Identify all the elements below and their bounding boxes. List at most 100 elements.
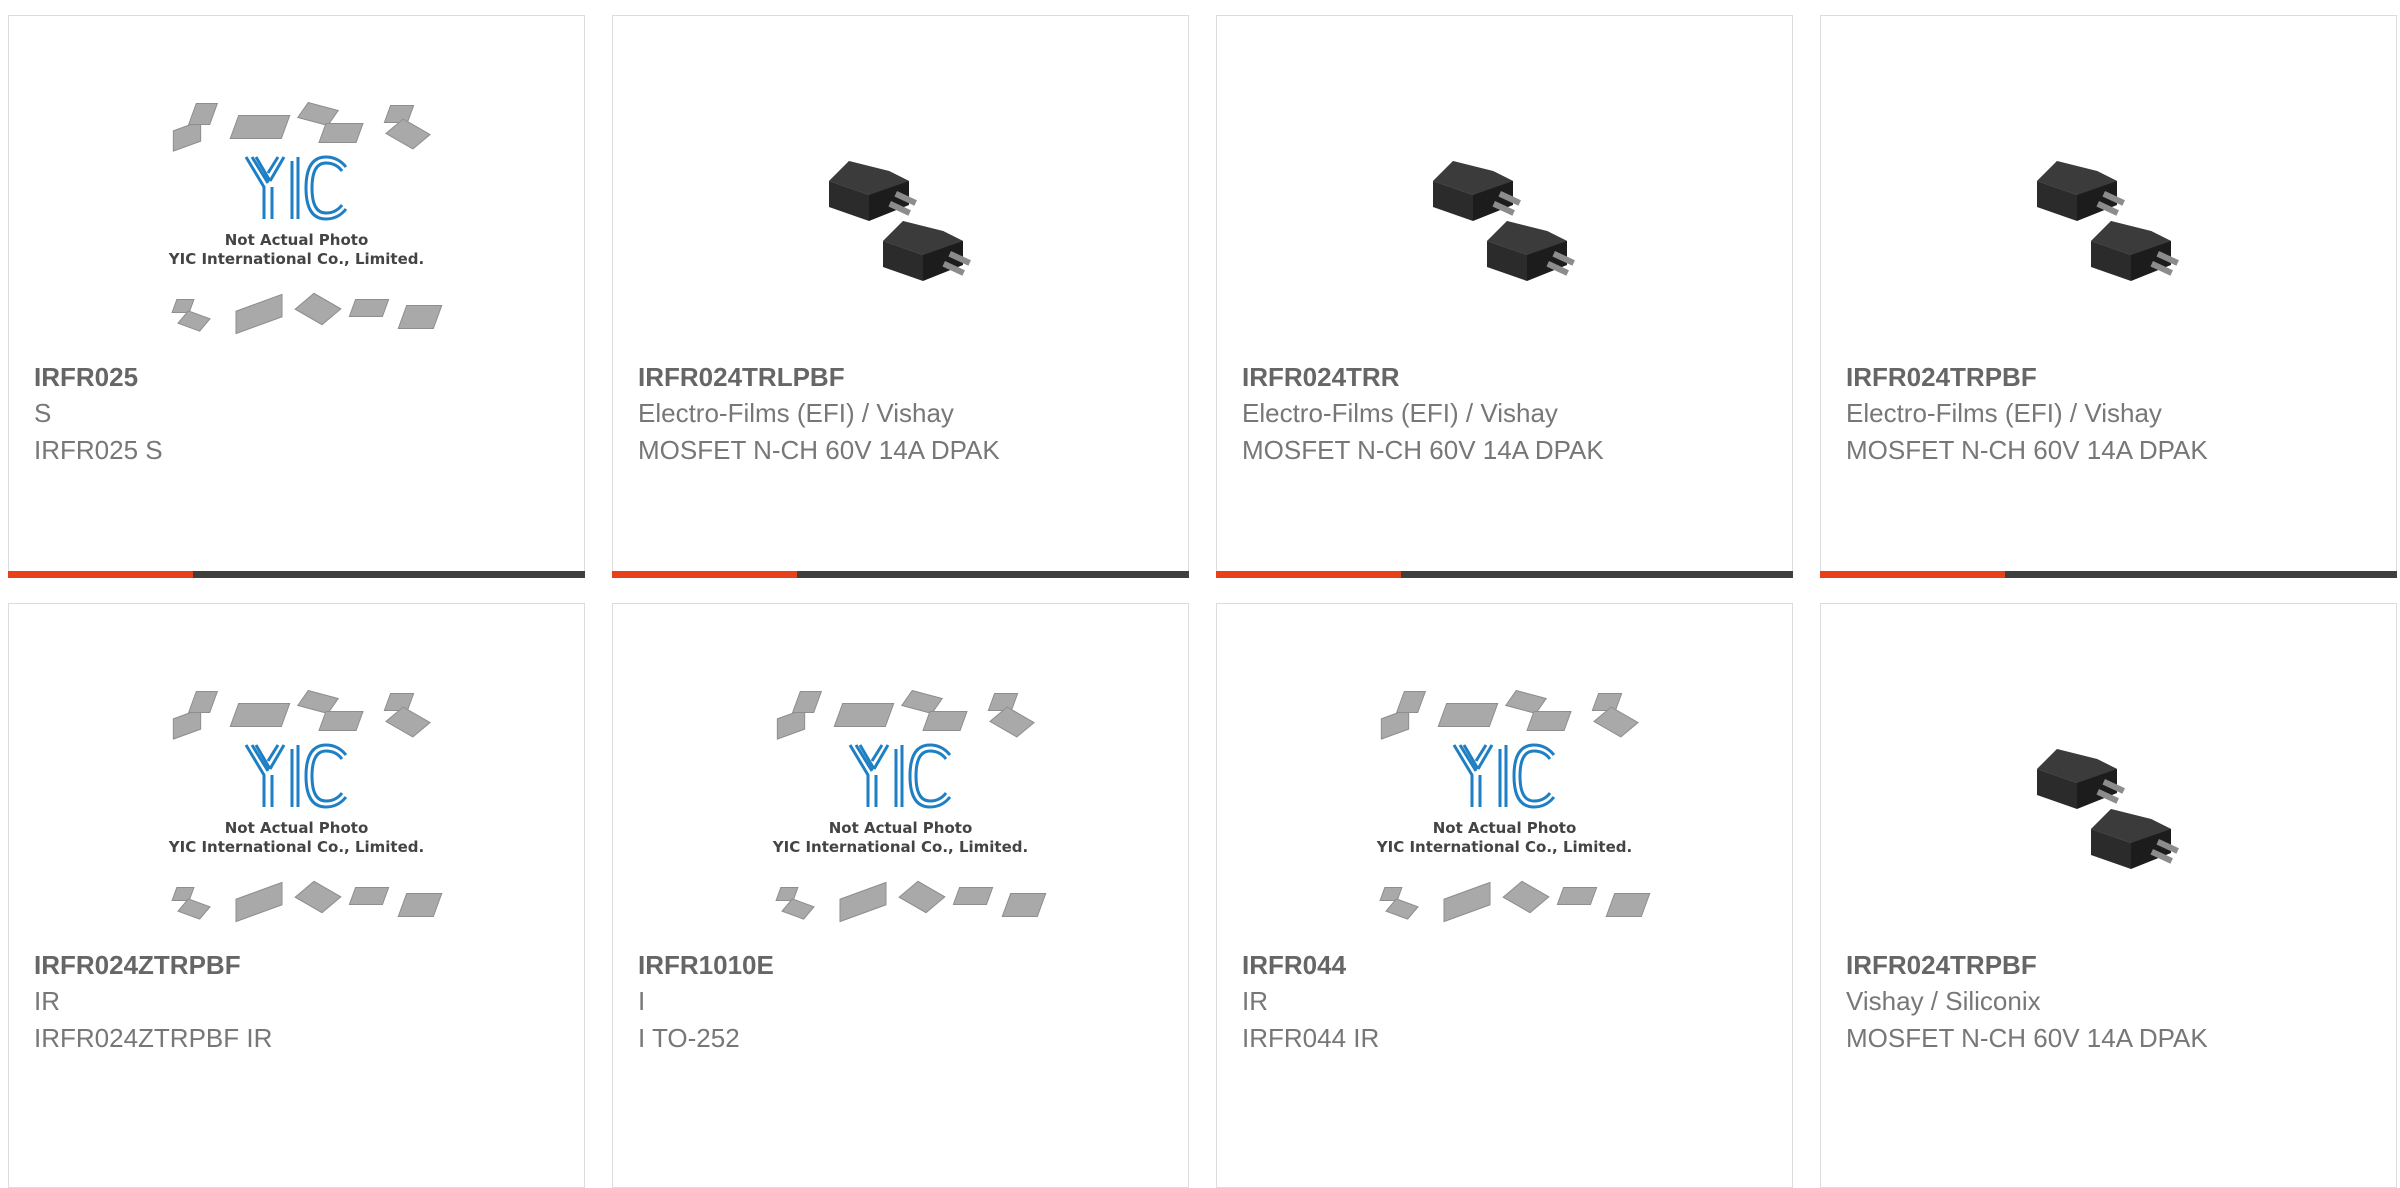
chip-illustration bbox=[1370, 689, 1640, 740]
placeholder-image: Not Actual Photo YIC International Co., L… bbox=[766, 689, 1046, 929]
product-name[interactable]: IRFR024TRR bbox=[1242, 359, 1772, 395]
product-name[interactable]: IRFR024ZTRPBF bbox=[34, 947, 564, 983]
chip-shape bbox=[348, 887, 389, 905]
chip-shape bbox=[293, 880, 342, 914]
progress-fill bbox=[1216, 571, 1401, 578]
chip-shape bbox=[791, 691, 822, 713]
product-description: IRFR024ZTRPBF IR bbox=[34, 1023, 273, 1053]
card-progress-bar bbox=[1820, 571, 2397, 578]
product-image[interactable] bbox=[1821, 664, 2396, 954]
product-image[interactable] bbox=[1217, 76, 1792, 366]
chip-illustration bbox=[162, 101, 432, 152]
product-description: MOSFET N-CH 60V 14A DPAK bbox=[638, 435, 1000, 465]
product-card[interactable]: IRFR024TRPBF Vishay / Siliconix MOSFET N… bbox=[1820, 603, 2397, 1188]
chip-shape bbox=[229, 115, 290, 139]
product-card[interactable]: Not Actual Photo YIC International Co., L… bbox=[8, 15, 585, 578]
chip-shape bbox=[235, 881, 282, 923]
product-info: IRFR1010E I I TO-252 bbox=[638, 947, 1168, 1057]
dpak-package-photo bbox=[1404, 121, 1605, 321]
chip-shape bbox=[383, 105, 414, 123]
product-image[interactable] bbox=[613, 76, 1188, 366]
product-info: IRFR025 S IRFR025 S bbox=[34, 359, 564, 469]
product-name[interactable]: IRFR044 bbox=[1242, 947, 1772, 983]
chip-shape bbox=[1556, 887, 1597, 905]
chip-shape bbox=[987, 693, 1018, 711]
product-image[interactable]: Not Actual Photo YIC International Co., L… bbox=[9, 76, 584, 366]
progress-fill bbox=[8, 571, 193, 578]
dpak-package-photo bbox=[2008, 709, 2209, 909]
chip-shape bbox=[384, 706, 431, 738]
chip-shape bbox=[293, 292, 342, 326]
card-progress-bar bbox=[1216, 571, 1793, 578]
chip-shape bbox=[780, 898, 815, 920]
product-card[interactable]: Not Actual Photo YIC International Co., L… bbox=[8, 603, 585, 1188]
product-description: MOSFET N-CH 60V 14A DPAK bbox=[1242, 435, 1604, 465]
product-manufacturer: Electro-Films (EFI) / Vishay bbox=[638, 398, 954, 428]
chip-shape bbox=[383, 693, 414, 711]
yic-logo-icon bbox=[242, 741, 352, 811]
chip-shape bbox=[1525, 711, 1572, 731]
placeholder-image: Not Actual Photo YIC International Co., L… bbox=[162, 689, 442, 929]
card-progress-bar bbox=[612, 571, 1189, 578]
yic-logo-icon bbox=[846, 741, 956, 811]
product-name[interactable]: IRFR025 bbox=[34, 359, 564, 395]
chip-shape bbox=[187, 691, 218, 713]
chip-shape bbox=[897, 880, 946, 914]
product-card[interactable]: Not Actual Photo YIC International Co., L… bbox=[612, 603, 1189, 1188]
chip-shape bbox=[1592, 706, 1639, 738]
placeholder-image: Not Actual Photo YIC International Co., L… bbox=[162, 101, 442, 341]
product-manufacturer: Electro-Films (EFI) / Vishay bbox=[1846, 398, 2162, 428]
product-card[interactable]: Not Actual Photo YIC International Co., L… bbox=[1216, 603, 1793, 1188]
product-image[interactable]: Not Actual Photo YIC International Co., L… bbox=[1217, 664, 1792, 954]
placeholder-company: YIC International Co., Limited. bbox=[1376, 838, 1633, 856]
chip-shape bbox=[921, 711, 968, 731]
chip-shape bbox=[1384, 898, 1419, 920]
placeholder-image: Not Actual Photo YIC International Co., L… bbox=[1370, 689, 1650, 929]
product-name[interactable]: IRFR024TRPBF bbox=[1846, 359, 2376, 395]
product-manufacturer: IR bbox=[1242, 986, 1268, 1016]
chip-shape bbox=[235, 293, 282, 335]
chip-shape bbox=[348, 299, 389, 317]
product-info: IRFR024TRPBF Electro-Films (EFI) / Visha… bbox=[1846, 359, 2376, 469]
dpak-package-photo bbox=[800, 121, 1001, 321]
chip-illustration bbox=[1370, 879, 1650, 929]
chip-shape bbox=[397, 305, 442, 329]
product-info: IRFR024TRPBF Vishay / Siliconix MOSFET N… bbox=[1846, 947, 2376, 1057]
chip-shape bbox=[384, 118, 431, 150]
product-manufacturer: I bbox=[638, 986, 646, 1016]
chip-shape bbox=[176, 898, 211, 920]
product-description: I TO-252 bbox=[638, 1023, 740, 1053]
yic-logo-icon bbox=[1450, 741, 1560, 811]
chip-illustration bbox=[766, 879, 1046, 929]
placeholder-caption: Not Actual Photo bbox=[828, 819, 973, 837]
product-info: IRFR024ZTRPBF IR IRFR024ZTRPBF IR bbox=[34, 947, 564, 1057]
product-description: IRFR044 IR bbox=[1242, 1023, 1380, 1053]
chip-shape bbox=[397, 893, 442, 917]
product-name[interactable]: IRFR024TRPBF bbox=[1846, 947, 2376, 983]
chip-shape bbox=[229, 703, 290, 727]
chip-shape bbox=[1395, 691, 1426, 713]
product-image[interactable] bbox=[1821, 76, 2396, 366]
chip-shape bbox=[176, 310, 211, 332]
chip-illustration bbox=[162, 689, 432, 740]
chip-illustration bbox=[766, 689, 1036, 740]
product-card[interactable]: IRFR024TRPBF Electro-Films (EFI) / Visha… bbox=[1820, 15, 2397, 578]
product-manufacturer: IR bbox=[34, 986, 60, 1016]
product-card[interactable]: IRFR024TRLPBF Electro-Films (EFI) / Vish… bbox=[612, 15, 1189, 578]
chip-shape bbox=[317, 123, 364, 143]
placeholder-company: YIC International Co., Limited. bbox=[168, 838, 425, 856]
product-image[interactable]: Not Actual Photo YIC International Co., L… bbox=[613, 664, 1188, 954]
product-description: MOSFET N-CH 60V 14A DPAK bbox=[1846, 1023, 2208, 1053]
product-info: IRFR044 IR IRFR044 IR bbox=[1242, 947, 1772, 1057]
chip-shape bbox=[988, 706, 1035, 738]
product-image[interactable]: Not Actual Photo YIC International Co., L… bbox=[9, 664, 584, 954]
card-progress-bar bbox=[8, 571, 585, 578]
placeholder-company: YIC International Co., Limited. bbox=[772, 838, 1029, 856]
chip-shape bbox=[187, 103, 218, 125]
product-name[interactable]: IRFR024TRLPBF bbox=[638, 359, 1168, 395]
chip-shape bbox=[1605, 893, 1650, 917]
product-card[interactable]: IRFR024TRR Electro-Films (EFI) / Vishay … bbox=[1216, 15, 1793, 578]
product-name[interactable]: IRFR1010E bbox=[638, 947, 1168, 983]
placeholder-caption: Not Actual Photo bbox=[1432, 819, 1577, 837]
placeholder-caption: Not Actual Photo bbox=[224, 231, 369, 249]
